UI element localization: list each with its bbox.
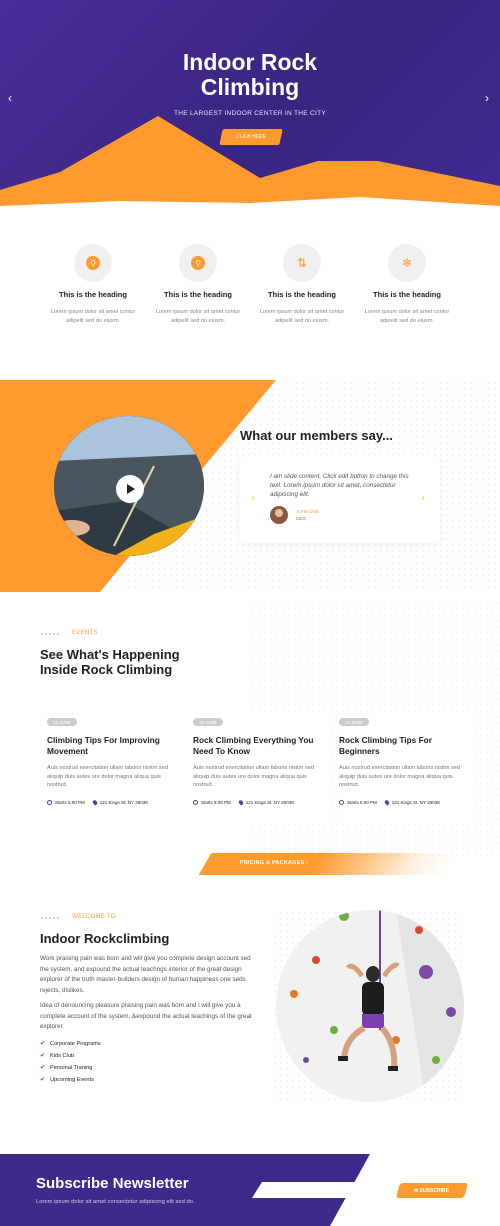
mail-icon: ✉ bbox=[414, 1187, 419, 1194]
clock-icon bbox=[193, 800, 198, 805]
feature-card: ❄ This is the heading Lorem ipsum dolor … bbox=[347, 244, 467, 325]
testimonial-next-icon[interactable]: › bbox=[422, 493, 425, 502]
event-text: Auis nostrud exercitation ullam laboris … bbox=[47, 765, 168, 788]
feature-heading: This is the heading bbox=[59, 290, 127, 299]
event-time: Starts 5.00 PM bbox=[347, 800, 377, 805]
testimonial-heading: What our members say... bbox=[240, 428, 393, 443]
feature-text: Lorem ipsum dolor sit amet contur adipel… bbox=[155, 309, 241, 324]
location-pin-icon bbox=[383, 799, 390, 806]
play-button-icon[interactable] bbox=[116, 475, 144, 503]
testimonial-role: CEO bbox=[296, 516, 306, 521]
feature-heading: This is the heading bbox=[373, 290, 441, 299]
about-paragraph: Idea of denouncing pleasure praising pai… bbox=[40, 1002, 252, 1030]
event-location: 121 Kings St. NY 26038 bbox=[99, 800, 148, 805]
event-meta: Starts 5.00 PM 121 Kings St. NY 26038 bbox=[339, 799, 440, 806]
location-pin-icon bbox=[237, 799, 244, 806]
newsletter-text: Lorem ipsum dolor sit amet consectetur a… bbox=[36, 1199, 195, 1205]
event-card[interactable]: 18 JUNE Rock Climbing Everything You Nee… bbox=[191, 712, 326, 824]
list-item: ✔ Upcoming Events bbox=[40, 1076, 94, 1084]
event-date-badge: 12 JUNE bbox=[47, 718, 78, 726]
pricing-button-label[interactable]: PRICING & PACKAGES › bbox=[240, 860, 308, 866]
check-icon: ✔ bbox=[40, 1077, 46, 1083]
hero-mountain-shape bbox=[0, 116, 500, 215]
list-item: ✔ Corporate Programs bbox=[40, 1040, 101, 1048]
event-meta: Starts 5.00 PM 121 Kings St. NY 26038 bbox=[193, 799, 294, 806]
hero-cta-button[interactable]: CLICK HERE bbox=[219, 129, 283, 145]
slider-next-arrow-icon[interactable]: › bbox=[485, 92, 489, 104]
about-kicker-dots bbox=[40, 917, 60, 919]
clock-icon bbox=[339, 800, 344, 805]
hero-title: Indoor Rock Climbing bbox=[182, 49, 318, 100]
event-card[interactable]: 24 JUNE Rock Climbing Tips For Beginners… bbox=[337, 712, 472, 824]
check-icon: ✔ bbox=[40, 1065, 46, 1071]
check-icon: ✔ bbox=[40, 1041, 46, 1047]
event-location: 121 Kings St. NY 26038 bbox=[391, 800, 440, 805]
feature-icon-wrap: ⇅ bbox=[283, 244, 321, 282]
avatar bbox=[270, 506, 288, 524]
event-location: 121 Kings St. NY 26038 bbox=[245, 800, 294, 805]
event-date-badge: 24 JUNE bbox=[339, 718, 370, 726]
events-kicker-dots bbox=[40, 633, 60, 635]
pricing-button[interactable] bbox=[198, 853, 457, 875]
feature-heading: This is the heading bbox=[268, 290, 336, 299]
subscribe-button[interactable]: ✉ SUBSCRIBE bbox=[395, 1183, 469, 1198]
hero-slider: Indoor Rock Climbing THE LARGEST INDOOR … bbox=[0, 0, 500, 215]
person-circle-icon: ⚲ bbox=[86, 256, 100, 270]
event-title[interactable]: Climbing Tips For Improving Movement bbox=[47, 735, 177, 757]
feature-icon-wrap: ❄ bbox=[388, 244, 426, 282]
feature-card: ⇅ This is the heading Lorem ipsum dolor … bbox=[242, 244, 362, 325]
testimonial-card bbox=[240, 455, 440, 543]
feature-text: Lorem ipsum dolor sit amet contur adipel… bbox=[364, 309, 450, 324]
newsletter-title: Subscribe Newsletter bbox=[36, 1175, 189, 1192]
climbing-wall-image bbox=[276, 910, 464, 1102]
feature-icon-wrap: ⚲ bbox=[179, 244, 217, 282]
event-date-badge: 18 JUNE bbox=[193, 718, 224, 726]
check-icon: ✔ bbox=[40, 1053, 46, 1059]
sort-arrows-icon: ⇅ bbox=[296, 256, 308, 270]
feature-text: Lorem ipsum dolor sit amet contur adipel… bbox=[259, 309, 345, 324]
list-item: ✔ Personal Traning bbox=[40, 1064, 93, 1072]
page: Indoor Rock Climbing THE LARGEST INDOOR … bbox=[0, 0, 500, 1226]
climber-photo bbox=[276, 910, 464, 1102]
event-title[interactable]: Rock Climbing Everything You Need To Kno… bbox=[193, 735, 323, 757]
clock-icon bbox=[47, 800, 52, 805]
testimonial-name: JOHN DOE bbox=[296, 509, 320, 514]
feature-card: ⚲ This is the heading Lorem ipsum dolor … bbox=[138, 244, 258, 325]
list-item: ✔ Kids Club bbox=[40, 1052, 74, 1060]
event-text: Auis nostrud exercitation ullam laboris … bbox=[339, 765, 460, 788]
event-title[interactable]: Rock Climbing Tips For Beginners bbox=[339, 735, 469, 757]
event-time: Starts 5.00 PM bbox=[201, 800, 231, 805]
about-title: Indoor Rockclimbing bbox=[40, 931, 170, 946]
person-circle-icon: ⚲ bbox=[191, 256, 205, 270]
snowflake-icon: ❄ bbox=[401, 256, 413, 270]
events-kicker: EVENTS bbox=[72, 630, 98, 636]
testimonial-prev-icon[interactable]: ‹ bbox=[252, 493, 255, 502]
slider-prev-arrow-icon[interactable]: ‹ bbox=[8, 92, 12, 104]
hero-subtitle: THE LARGEST INDOOR CENTER IN THE CITY bbox=[173, 110, 327, 117]
feature-card: ⚲ This is the heading Lorem ipsum dolor … bbox=[33, 244, 153, 325]
event-card[interactable]: 12 JUNE Climbing Tips For Improving Move… bbox=[45, 712, 180, 824]
feature-heading: This is the heading bbox=[164, 290, 232, 299]
location-pin-icon bbox=[91, 799, 98, 806]
about-paragraph: Work praising pain was born and will giv… bbox=[40, 955, 251, 994]
about-kicker: WELCOME TO bbox=[72, 914, 116, 920]
event-meta: Starts 5.00 PM 121 Kings St. NY 26038 bbox=[47, 799, 148, 806]
testimonial-text: I am slide content. Click edit button to… bbox=[270, 473, 409, 498]
event-time: Starts 5.00 PM bbox=[55, 800, 85, 805]
event-text: Auis nostrud exercitation ullam laboris … bbox=[193, 765, 314, 788]
events-title: See What's Happening Inside Rock Climbin… bbox=[40, 647, 180, 677]
feature-text: Lorem ipsum dolor sit amet contur adipel… bbox=[50, 309, 136, 324]
feature-icon-wrap: ⚲ bbox=[74, 244, 112, 282]
